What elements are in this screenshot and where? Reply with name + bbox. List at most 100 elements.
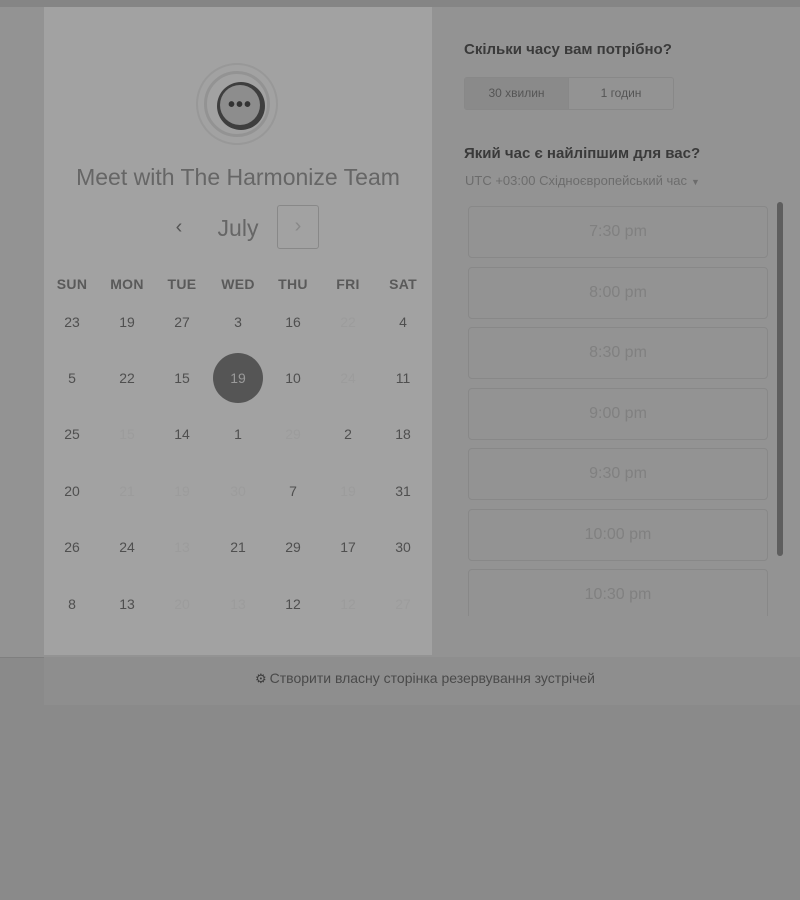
calendar-day-number: 29 — [285, 539, 301, 555]
calendar-day[interactable]: 19 — [102, 297, 152, 347]
weekday-label: THU — [278, 276, 308, 292]
duration-30-min-button[interactable]: 30 хвилин — [465, 78, 569, 109]
timezone-dropdown[interactable]: UTC +03:00 Східноєвропейський час ▼ — [465, 173, 700, 188]
calendar-day[interactable]: 18 — [378, 409, 428, 459]
calendar-day: 19 — [157, 466, 207, 516]
caret-down-icon: ▼ — [690, 177, 700, 187]
time-slot-button[interactable]: 8:30 pm — [468, 327, 768, 379]
calendar-day-number: 18 — [395, 426, 411, 442]
calendar-day-number: 31 — [395, 483, 411, 499]
calendar-day-number: 21 — [230, 539, 246, 555]
time-slot-scrollbar[interactable] — [777, 202, 783, 556]
calendar-day-number: 13 — [230, 596, 246, 612]
time-slot-list: 7:30 pm 8:00 pm 8:30 pm 9:00 pm 9:30 pm 10:00… — [468, 206, 770, 616]
time-slot-button[interactable]: 10:00 pm — [468, 508, 768, 561]
calendar-day[interactable]: 31 — [378, 466, 428, 516]
calendar-day-number: 15 — [119, 426, 135, 442]
page-title: Meet with The Harmonize Team — [76, 164, 400, 190]
calendar-day: 15 — [102, 409, 152, 459]
calendar-day[interactable]: 14 — [157, 409, 207, 459]
calendar-day-number: 30 — [395, 539, 411, 555]
overlay-top-strip — [0, 0, 800, 7]
calendar-day-number: 10 — [285, 370, 301, 386]
calendar-day: 20 — [157, 579, 207, 629]
time-slot-button[interactable]: 7:30 pm — [468, 206, 768, 258]
calendar-day[interactable]: 16 — [268, 297, 318, 347]
calendar-day[interactable]: 4 — [378, 297, 428, 347]
calendar-day-number: 16 — [285, 314, 301, 330]
duration-toggle: 30 хвилин 1 годин — [464, 77, 674, 110]
calendar-day[interactable]: 25 — [47, 409, 97, 459]
harmonize-logo: ••• — [196, 63, 278, 145]
calendar-day[interactable]: 5 — [47, 353, 97, 403]
calendar-day: 12 — [323, 579, 373, 629]
calendar-day[interactable]: 24 — [102, 522, 152, 572]
hubspot-sprocket-icon: ⚙ — [255, 671, 267, 686]
calendar-day-number: 25 — [64, 426, 80, 442]
calendar-day-number: 3 — [234, 314, 242, 330]
calendar-day-number: 20 — [64, 483, 80, 499]
calendar-day-number: 12 — [285, 596, 301, 612]
calendar-day[interactable]: 3 — [213, 297, 263, 347]
calendar-day[interactable]: 27 — [157, 297, 207, 347]
prev-month-button[interactable]: ‹ — [163, 212, 195, 244]
calendar-day[interactable]: 7 — [268, 466, 318, 516]
calendar-day-number: 2 — [344, 426, 352, 442]
calendar-day-number: 27 — [174, 314, 190, 330]
calendar-day[interactable]: 21 — [213, 522, 263, 572]
calendar-day-number: 17 — [340, 539, 356, 555]
calendar-day[interactable]: 2 — [323, 409, 373, 459]
time-slot-button[interactable]: 8:00 pm — [468, 266, 768, 319]
weekday-label: SUN — [56, 276, 88, 292]
calendar-day-number: 26 — [64, 539, 80, 555]
calendar-day-number: 21 — [119, 483, 135, 499]
calendar-day-number: 7 — [289, 483, 297, 499]
calendar-day: 13 — [157, 522, 207, 572]
calendar-day-number: 13 — [119, 596, 135, 612]
calendar-day-number: 30 — [230, 483, 246, 499]
calendar-day[interactable]: 26 — [47, 522, 97, 572]
calendar-day-number: 5 — [68, 370, 76, 386]
calendar-day[interactable]: 1 — [213, 409, 263, 459]
calendar-day[interactable]: 10 — [268, 353, 318, 403]
calendar-day[interactable]: 30 — [378, 522, 428, 572]
calendar-day[interactable]: 17 — [323, 522, 373, 572]
calendar-day[interactable]: 8 — [47, 579, 97, 629]
weekday-label: TUE — [167, 276, 197, 292]
calendar-day-number: 1 — [234, 426, 242, 442]
calendar-day: 29 — [268, 409, 318, 459]
calendar-day-selected[interactable]: 19 — [213, 353, 263, 403]
calendar-day: 19 — [323, 466, 373, 516]
calendar-day: 24 — [323, 353, 373, 403]
ellipsis-icon: ••• — [220, 85, 260, 125]
time-slot-button[interactable]: 9:30 pm — [468, 448, 768, 500]
calendar-day-number: 19 — [174, 483, 190, 499]
calendar-day-number: 19 — [230, 370, 246, 386]
weekday-label: SAT — [389, 276, 417, 292]
calendar-day-number: 15 — [174, 370, 190, 386]
calendar-day-number: 27 — [395, 596, 411, 612]
calendar-day: 30 — [213, 466, 263, 516]
calendar-day[interactable]: 29 — [268, 522, 318, 572]
calendar-day[interactable]: 13 — [102, 579, 152, 629]
month-label: July — [217, 215, 259, 241]
calendar-day: 27 — [378, 579, 428, 629]
calendar-day[interactable]: 22 — [102, 353, 152, 403]
calendar-day-number: 24 — [119, 539, 135, 555]
time-slot-button[interactable]: 10:30 pm — [468, 569, 768, 616]
calendar-day-number: 22 — [119, 370, 135, 386]
calendar-day-number: 14 — [174, 426, 190, 442]
time-slot-button[interactable]: 9:00 pm — [468, 387, 768, 440]
calendar-day-number: 23 — [64, 314, 80, 330]
calendar-day[interactable]: 20 — [47, 466, 97, 516]
calendar-day[interactable]: 12 — [268, 579, 318, 629]
calendar-day[interactable]: 15 — [157, 353, 207, 403]
calendar-day-number: 22 — [340, 314, 356, 330]
next-month-button[interactable]: › — [277, 205, 319, 249]
create-booking-page-link[interactable]: ⚙ Створити власну сторінка резервування з… — [255, 670, 595, 687]
weekday-label: FRI — [336, 276, 360, 292]
duration-1-hour-button[interactable]: 1 годин — [569, 78, 673, 109]
calendar-day-number: 13 — [174, 539, 190, 555]
calendar-day[interactable]: 11 — [378, 353, 428, 403]
calendar-day[interactable]: 23 — [47, 297, 97, 347]
